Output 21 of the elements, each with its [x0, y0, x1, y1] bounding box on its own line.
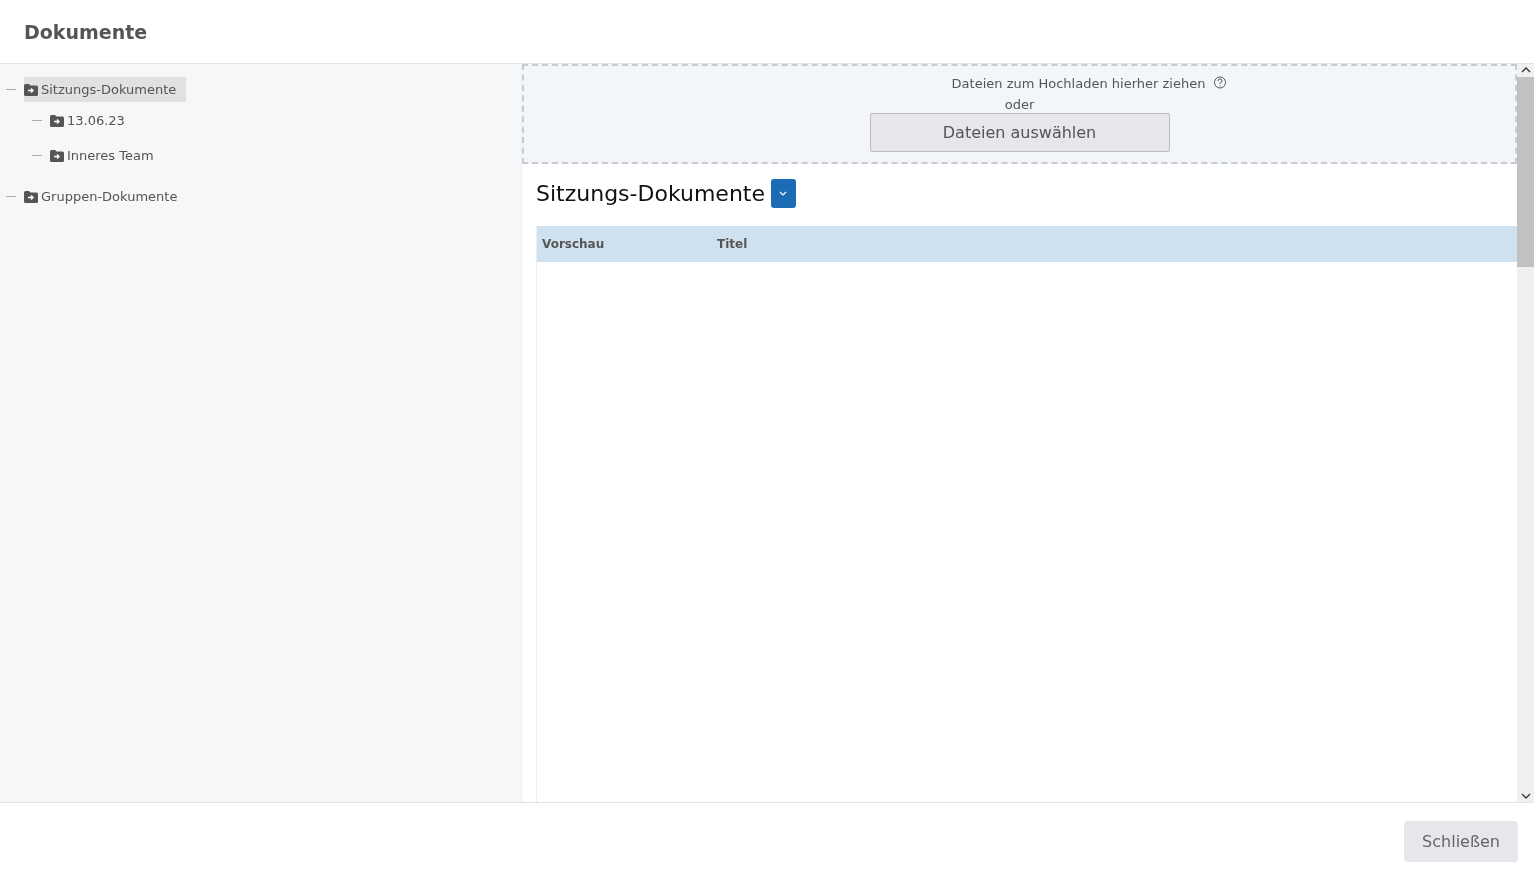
- close-button[interactable]: Schließen: [1404, 820, 1518, 862]
- folder-heading: Sitzungs-Dokumente: [536, 181, 765, 206]
- tree-item[interactable]: Gruppen-Dokumente: [24, 184, 188, 209]
- chevron-down-icon[interactable]: [1520, 793, 1531, 799]
- help-icon[interactable]: [1213, 76, 1228, 90]
- tree-item[interactable]: 13.06.23: [50, 108, 135, 133]
- or-label: oder: [1004, 97, 1035, 112]
- tree-item[interactable]: Inneres Team: [50, 143, 164, 168]
- chevron-down-icon: [779, 191, 788, 196]
- folder-icon: [24, 190, 38, 203]
- dialog-title: Dokumente: [24, 20, 148, 43]
- drop-hint: Dateien zum Hochladen hierher ziehen: [951, 76, 1206, 91]
- chevron-up-icon[interactable]: [1520, 67, 1531, 73]
- column-header[interactable]: Titel: [712, 237, 887, 251]
- folder-icon: [50, 114, 64, 127]
- folder-icon: [24, 83, 38, 96]
- column-header[interactable]: Vorschau: [537, 237, 712, 251]
- tree-item[interactable]: Sitzungs-Dokumente: [24, 77, 187, 102]
- choose-files-button[interactable]: Dateien auswählen: [869, 113, 1170, 152]
- folder-icon: [50, 149, 64, 162]
- scrollbar-thumb[interactable]: [1517, 77, 1534, 267]
